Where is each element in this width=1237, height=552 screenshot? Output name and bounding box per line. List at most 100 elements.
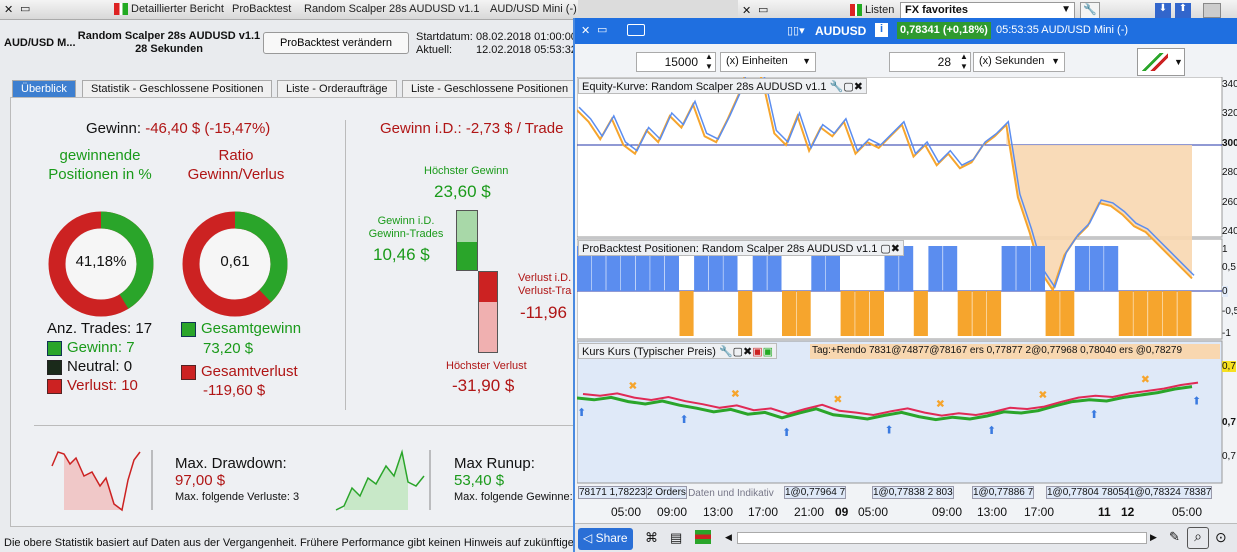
left-titlebar: ✕ ▭ Detaillierter Bericht ProBacktest Ra… <box>0 0 578 20</box>
gain-line: Gewinn: -46,40 $ (-15,47%) <box>86 120 270 137</box>
detail-report-button[interactable]: Detaillierter Bericht <box>131 3 224 15</box>
position-bar <box>1074 246 1089 291</box>
favorites-select[interactable]: FX favorites ▼ <box>900 2 1075 19</box>
favorites-select-text: FX favorites <box>905 4 968 16</box>
trades-count: Anz. Trades: 17 <box>47 320 153 337</box>
position-bar <box>913 291 928 336</box>
seconds-stepper[interactable]: ▲ ▼ <box>960 52 968 72</box>
win-count-text: Gewinn: 7 <box>67 339 135 356</box>
share-button[interactable]: ◁ Share <box>578 528 633 550</box>
buy-marker-icon: ⬆ <box>782 427 791 439</box>
tab-overview[interactable]: Überblick <box>12 80 76 98</box>
equity-axis-tick: 260 <box>1222 197 1237 208</box>
tab-closed-positions[interactable]: Liste - Geschlossene Positionen <box>402 80 578 98</box>
close-icon[interactable]: ✕ <box>581 24 590 37</box>
horizontal-scrollbar[interactable] <box>737 532 1147 544</box>
units-input[interactable]: 15000 <box>636 52 716 72</box>
time-tick: 05:00 <box>858 505 889 519</box>
sell-marker-icon: ✖ <box>731 388 740 400</box>
gain-value: -46,40 $ (-15,47%) <box>145 120 271 137</box>
scroll-left-icon[interactable]: ◀ <box>725 532 732 543</box>
strategy-heading-line1: Random Scalper 28s AUDUSD v1.1 <box>77 30 261 42</box>
zoom-icon[interactable]: ⌕ <box>1187 527 1209 549</box>
price-axis-tick: 0,7 <box>1222 361 1236 372</box>
total-loss-swatch <box>181 364 196 380</box>
id-gain-label: Gewinn i.D. Gewinn-Trades <box>358 215 454 241</box>
buy-marker-icon: ⬆ <box>987 425 996 437</box>
minimize-icon[interactable]: ▭ <box>20 2 30 15</box>
sell-marker-icon: ✖ <box>628 381 637 393</box>
total-gain-text: Gesamtgewinn <box>201 320 302 337</box>
close-icon[interactable]: ✖ <box>891 243 900 255</box>
probacktest-button[interactable]: ProBacktest <box>232 3 291 15</box>
total-loss-label: Gesamtverlust <box>181 363 298 380</box>
window-icon[interactable]: ▢ <box>843 81 853 93</box>
close-icon[interactable]: ✕ <box>742 4 751 17</box>
runup-sub: Max. folgende Gewinne: <box>454 491 573 503</box>
print-icon[interactable] <box>1203 3 1221 18</box>
tab-orders[interactable]: Liste - Orderaufträge <box>277 80 397 98</box>
tags-label: Tag:+Rendo 7831@74877@78167 ers 0,77877 … <box>810 344 1220 359</box>
seconds-select[interactable]: (x) Sekunden ▼ <box>973 52 1065 72</box>
id-loss-label2: Verlust-Tra <box>518 285 572 297</box>
highest-loss-label: Höchster Verlust <box>446 360 527 372</box>
position-bar <box>679 291 694 336</box>
delete-icon[interactable]: ▣ <box>752 346 762 358</box>
add-icon[interactable]: ▣ <box>763 346 773 358</box>
info-icon[interactable]: i <box>875 23 888 37</box>
list-icon <box>850 4 862 16</box>
close-icon[interactable]: ✖ <box>854 81 863 93</box>
position-bar <box>972 291 987 336</box>
neutral-count-text: Neutral: 0 <box>67 358 133 375</box>
position-bar <box>855 291 870 336</box>
pencil-icon[interactable]: ✎ <box>1169 529 1180 545</box>
wrench-icon[interactable]: 🔧 <box>830 81 844 93</box>
loss-count-text: Verlust: 10 <box>67 377 138 394</box>
seconds-input[interactable]: 28 <box>889 52 971 72</box>
order-label: 1@0,78324 78387 <box>1128 486 1213 499</box>
sell-marker-icon: ✖ <box>833 394 842 406</box>
bars-icon[interactable] <box>695 530 711 544</box>
keyboard-icon[interactable] <box>627 24 645 36</box>
current-label: Aktuell: <box>416 44 453 56</box>
price-axis-tick: 0,7 <box>1222 451 1236 462</box>
highest-loss-value: -31,90 $ <box>452 376 515 395</box>
position-bar <box>1060 291 1075 336</box>
arrow-down-icon[interactable]: ⬇ <box>1155 3 1171 19</box>
close-icon[interactable]: ✖ <box>743 346 752 358</box>
buy-marker-icon: ⬆ <box>1192 396 1201 408</box>
scroll-right-icon[interactable]: ▶ <box>1150 532 1157 543</box>
total-gain-swatch <box>181 321 196 337</box>
minimize-icon[interactable]: ▭ <box>758 3 768 16</box>
winning-value: 41,18% <box>75 253 127 270</box>
neutral-count: Neutral: 0 <box>47 358 132 375</box>
wrench-icon[interactable]: 🔧 <box>719 346 733 358</box>
instrument-title: AUD/USD Mini (-) <box>490 3 577 15</box>
position-bar <box>928 246 943 291</box>
indicator-button[interactable]: ▼ <box>1137 48 1185 76</box>
sell-marker-icon: ✖ <box>936 399 945 411</box>
time-label: 05:53:35 AUD/USD Mini (-) <box>996 24 1129 36</box>
close-icon[interactable]: ✕ <box>4 3 13 16</box>
position-bar <box>738 291 753 336</box>
window-icon[interactable]: ▢ <box>880 243 890 255</box>
total-loss-text: Gesamtverlust <box>201 363 298 380</box>
candle-icon <box>114 3 128 15</box>
units-select[interactable]: (x) Einheiten ▼ <box>720 52 816 72</box>
symbol-label[interactable]: AUDUSD <box>815 24 866 38</box>
positions-panel-header: ProBacktest Positionen: Random Scalper 2… <box>578 240 904 256</box>
tab-statistics[interactable]: Statistik - Geschlossene Positionen <box>82 80 273 98</box>
price-panel-header: Kurs Kurs (Typischer Preis) 🔧▢✖▣▣ <box>578 343 778 359</box>
strategy-title: Random Scalper 28s AUDUSD v1.1 <box>304 3 480 15</box>
crosshair-icon[interactable]: ⊙ <box>1215 529 1227 546</box>
pos-axis-tick: -0,5 <box>1222 306 1237 317</box>
wrench-icon[interactable]: 🔧 <box>1080 2 1100 19</box>
minimize-icon[interactable]: ▭ <box>597 23 607 36</box>
arrow-up-icon[interactable]: ⬆ <box>1175 3 1191 19</box>
modify-backtest-button[interactable]: ProBacktest verändern <box>263 32 409 54</box>
window-icon[interactable]: ▢ <box>733 346 743 358</box>
time-tick: 11 <box>1098 505 1111 519</box>
magnet-icon[interactable]: ⌘ <box>645 530 658 546</box>
document-icon[interactable]: ▤ <box>670 530 682 546</box>
units-stepper[interactable]: ▲ ▼ <box>705 52 713 72</box>
